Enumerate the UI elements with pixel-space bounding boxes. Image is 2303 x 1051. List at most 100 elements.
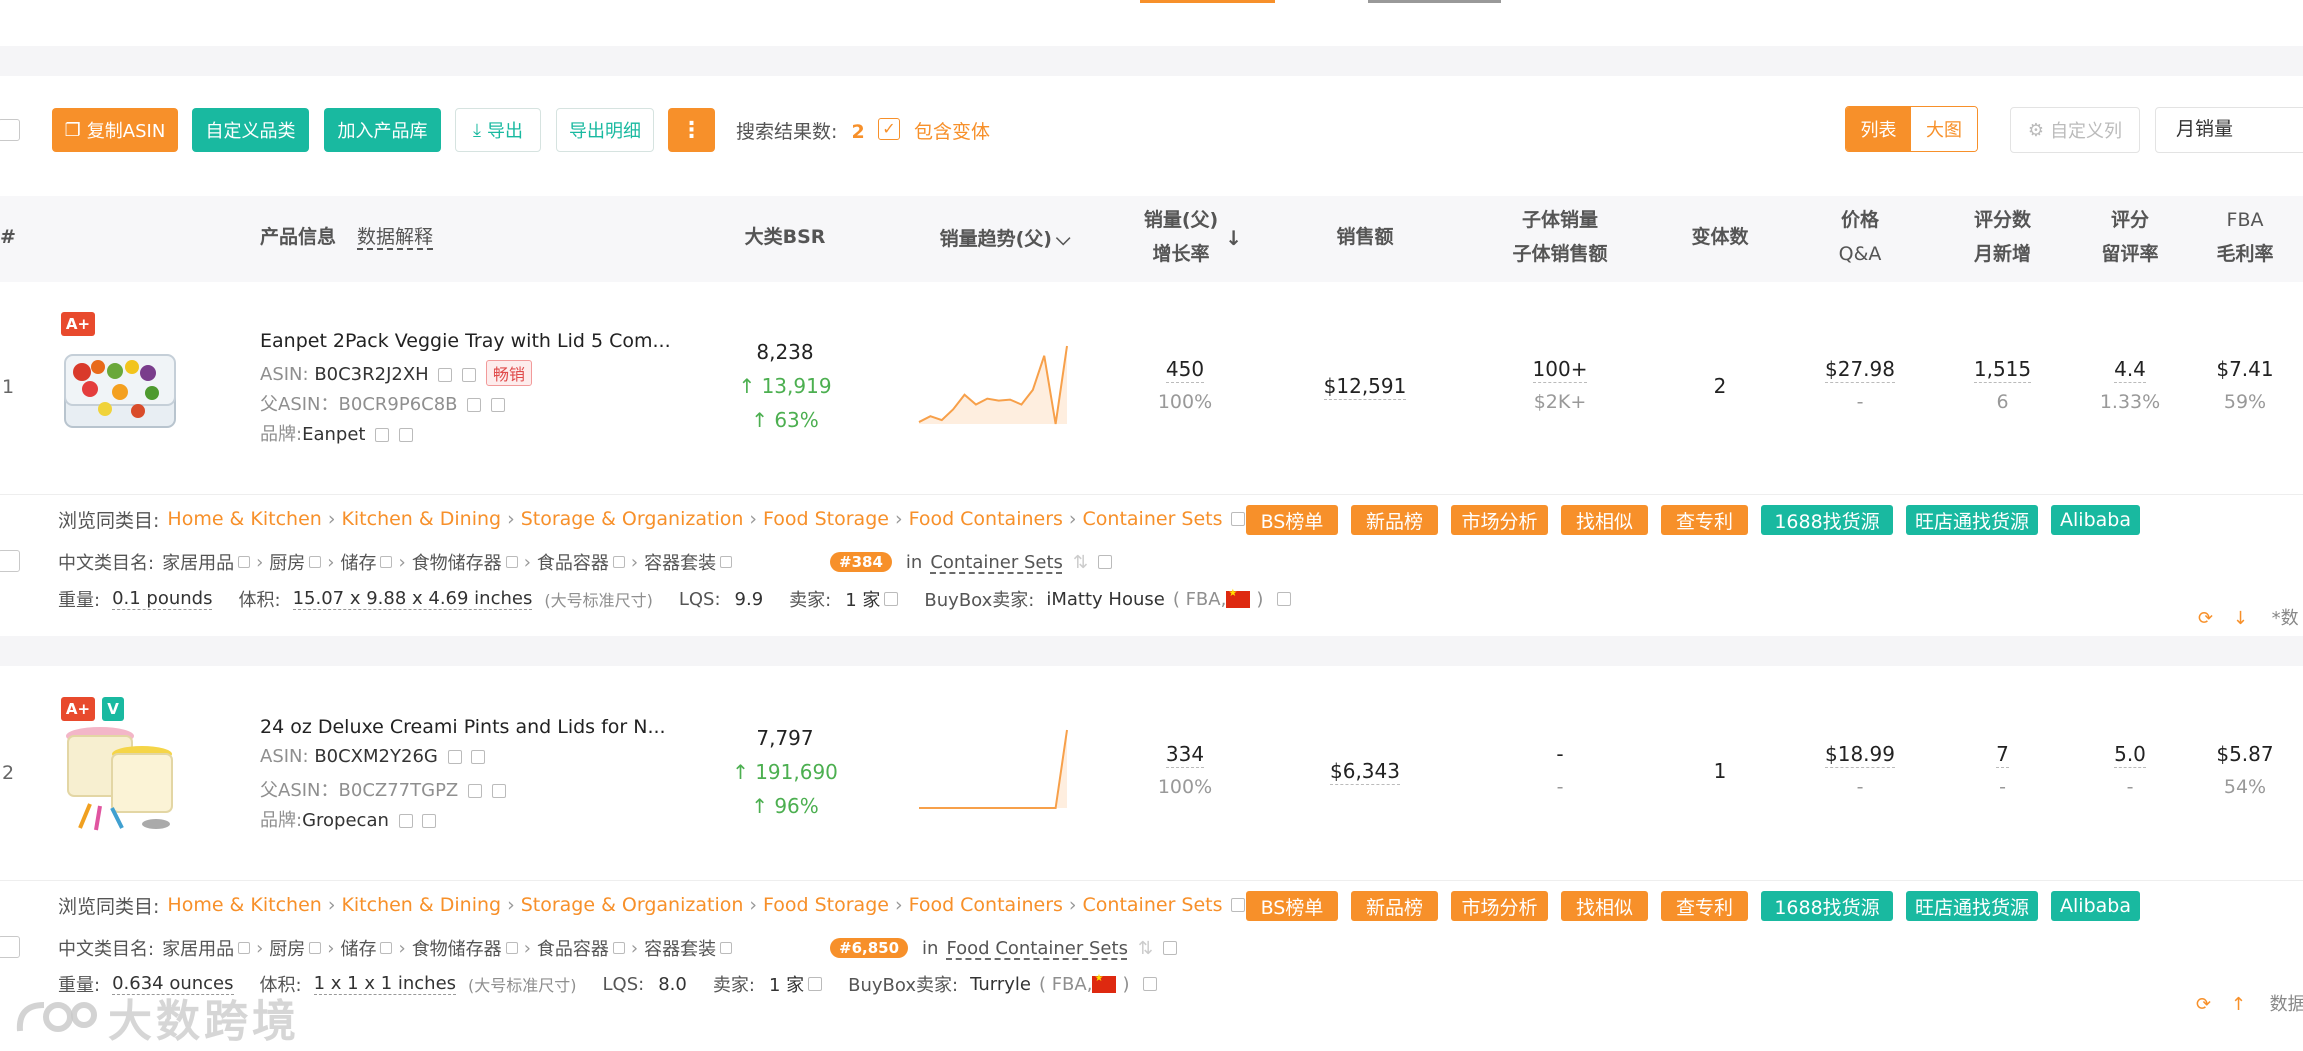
action-chip[interactable]: 新品榜 xyxy=(1351,891,1438,921)
external-link-icon[interactable] xyxy=(491,398,505,412)
action-chip[interactable]: 旺店通找货源 xyxy=(1906,505,2038,535)
external-link-icon[interactable] xyxy=(238,556,251,568)
action-chip[interactable]: 旺店通找货源 xyxy=(1906,891,2038,921)
action-chip[interactable]: Alibaba xyxy=(2051,891,2140,921)
external-link-icon[interactable] xyxy=(471,750,486,764)
category-link[interactable]: Kitchen & Dining xyxy=(341,508,501,530)
row-checkbox[interactable] xyxy=(0,936,20,958)
col-child[interactable]: 子体销量 子体销售额 xyxy=(1500,203,1620,271)
action-chip[interactable]: 找相似 xyxy=(1561,505,1648,535)
external-link-icon[interactable] xyxy=(1098,555,1113,569)
row-checkbox[interactable] xyxy=(0,550,20,572)
export-button[interactable]: ⤓ 导出 xyxy=(455,108,541,152)
external-link-icon[interactable] xyxy=(491,784,506,798)
rank-category-link[interactable]: Food Container Sets xyxy=(946,938,1128,959)
external-link-icon[interactable] xyxy=(505,942,518,954)
external-link-icon[interactable] xyxy=(612,556,625,568)
cn-category-link[interactable]: 储存 xyxy=(340,935,376,961)
external-link-icon[interactable] xyxy=(309,942,322,954)
action-chip[interactable]: 1688找货源 xyxy=(1761,505,1893,535)
more-button[interactable]: ⋮ xyxy=(668,108,715,152)
external-link-icon[interactable] xyxy=(1230,512,1245,526)
external-link-icon[interactable] xyxy=(1143,977,1158,991)
sort-select[interactable]: 月销量 xyxy=(2155,107,2303,153)
col-variants[interactable]: 变体数 xyxy=(1680,220,1760,254)
category-link[interactable]: Home & Kitchen xyxy=(167,508,321,530)
category-link[interactable]: Container Sets xyxy=(1083,508,1223,530)
category-link[interactable]: Food Storage xyxy=(763,508,889,530)
category-link[interactable]: Container Sets xyxy=(1083,894,1223,916)
col-ratings[interactable]: 评分数 月新增 xyxy=(1960,203,2045,271)
product-image[interactable] xyxy=(60,337,180,437)
product-title[interactable]: Eanpet 2Pack Veggie Tray with Lid 5 Com.… xyxy=(260,330,671,352)
action-chip[interactable]: 市场分析 xyxy=(1451,891,1548,921)
col-fba[interactable]: FBA 毛利率 xyxy=(2205,203,2285,271)
external-link-icon[interactable] xyxy=(380,942,393,954)
action-chip[interactable]: BS榜单 xyxy=(1246,891,1338,921)
action-chip[interactable]: BS榜单 xyxy=(1246,505,1338,535)
export-detail-button[interactable]: 导出明细 xyxy=(556,108,654,152)
view-grid-button[interactable]: 大图 xyxy=(1911,107,1977,151)
external-link-icon[interactable] xyxy=(808,977,823,991)
external-link-icon[interactable] xyxy=(238,942,251,954)
col-price[interactable]: 价格 Q&A xyxy=(1820,203,1900,271)
action-chip[interactable]: 找相似 xyxy=(1561,891,1648,921)
external-link-icon[interactable] xyxy=(309,556,322,568)
copy-icon[interactable] xyxy=(447,750,462,764)
category-link[interactable]: Home & Kitchen xyxy=(167,894,321,916)
copy-icon[interactable] xyxy=(467,784,482,798)
action-chip[interactable]: 市场分析 xyxy=(1451,505,1548,535)
cn-category-link[interactable]: 食品容器 xyxy=(537,935,609,961)
action-chip[interactable]: 查专利 xyxy=(1661,505,1748,535)
category-link[interactable]: Food Containers xyxy=(909,894,1063,916)
copy-icon[interactable] xyxy=(398,814,413,828)
col-bsr[interactable]: 大类BSR xyxy=(730,220,840,254)
refresh-icon[interactable]: ⟳ xyxy=(2198,608,2213,629)
external-link-icon[interactable] xyxy=(1230,898,1245,912)
external-link-icon[interactable] xyxy=(422,814,437,828)
external-link-icon[interactable] xyxy=(505,556,518,568)
external-link-icon[interactable] xyxy=(1163,941,1178,955)
action-chip[interactable]: 新品榜 xyxy=(1351,505,1438,535)
cn-category-link[interactable]: 储存 xyxy=(340,549,376,575)
action-chip[interactable]: 查专利 xyxy=(1661,891,1748,921)
category-link[interactable]: Food Storage xyxy=(763,894,889,916)
copy-icon[interactable] xyxy=(438,368,453,382)
category-link[interactable]: Storage & Organization xyxy=(521,508,744,530)
arrow-up-icon[interactable]: ↑ xyxy=(2231,994,2246,1015)
rank-category-link[interactable]: Container Sets xyxy=(930,552,1063,573)
cn-category-link[interactable]: 厨房 xyxy=(269,935,305,961)
category-link[interactable]: Storage & Organization xyxy=(521,894,744,916)
external-link-icon[interactable] xyxy=(720,556,733,568)
sales-trend-chart[interactable] xyxy=(915,342,1071,428)
external-link-icon[interactable] xyxy=(398,428,413,442)
view-list-button[interactable]: 列表 xyxy=(1846,107,1911,151)
action-chip[interactable]: 1688找货源 xyxy=(1761,891,1893,921)
cn-category-link[interactable]: 容器套装 xyxy=(644,935,716,961)
cn-category-link[interactable]: 家居用品 xyxy=(162,549,234,575)
cn-category-link[interactable]: 食物储存器 xyxy=(412,549,502,575)
cn-category-link[interactable]: 厨房 xyxy=(269,549,305,575)
select-all-checkbox[interactable] xyxy=(0,119,20,141)
copy-icon[interactable] xyxy=(467,398,482,412)
include-variants-checkbox[interactable]: ✓ xyxy=(878,118,900,140)
copy-asin-button[interactable]: ❐ 复制ASIN xyxy=(52,108,178,152)
arrow-down-icon[interactable]: ↓ xyxy=(2233,608,2248,629)
external-link-icon[interactable] xyxy=(380,556,393,568)
external-link-icon[interactable] xyxy=(884,592,899,606)
col-sales-trend[interactable]: 销量趋势(父) ⌵ xyxy=(930,222,1080,256)
copy-icon[interactable] xyxy=(375,428,390,442)
custom-columns-button[interactable]: ⚙ 自定义列 xyxy=(2010,107,2140,153)
external-link-icon[interactable] xyxy=(720,942,733,954)
external-link-icon[interactable] xyxy=(612,942,625,954)
cn-category-link[interactable]: 容器套装 xyxy=(644,549,716,575)
cn-category-link[interactable]: 食物储存器 xyxy=(412,935,502,961)
cn-category-link[interactable]: 食品容器 xyxy=(537,549,609,575)
action-chip[interactable]: Alibaba xyxy=(2051,505,2140,535)
sales-trend-chart[interactable] xyxy=(915,726,1071,812)
data-explain-link[interactable]: 数据解释 xyxy=(357,220,433,254)
custom-category-button[interactable]: 自定义品类 xyxy=(192,108,309,152)
col-sales-parent[interactable]: 销量(父) 增长率 ↓ xyxy=(1120,203,1242,271)
external-link-icon[interactable] xyxy=(462,368,477,382)
col-revenue[interactable]: 销售额 xyxy=(1305,220,1425,254)
